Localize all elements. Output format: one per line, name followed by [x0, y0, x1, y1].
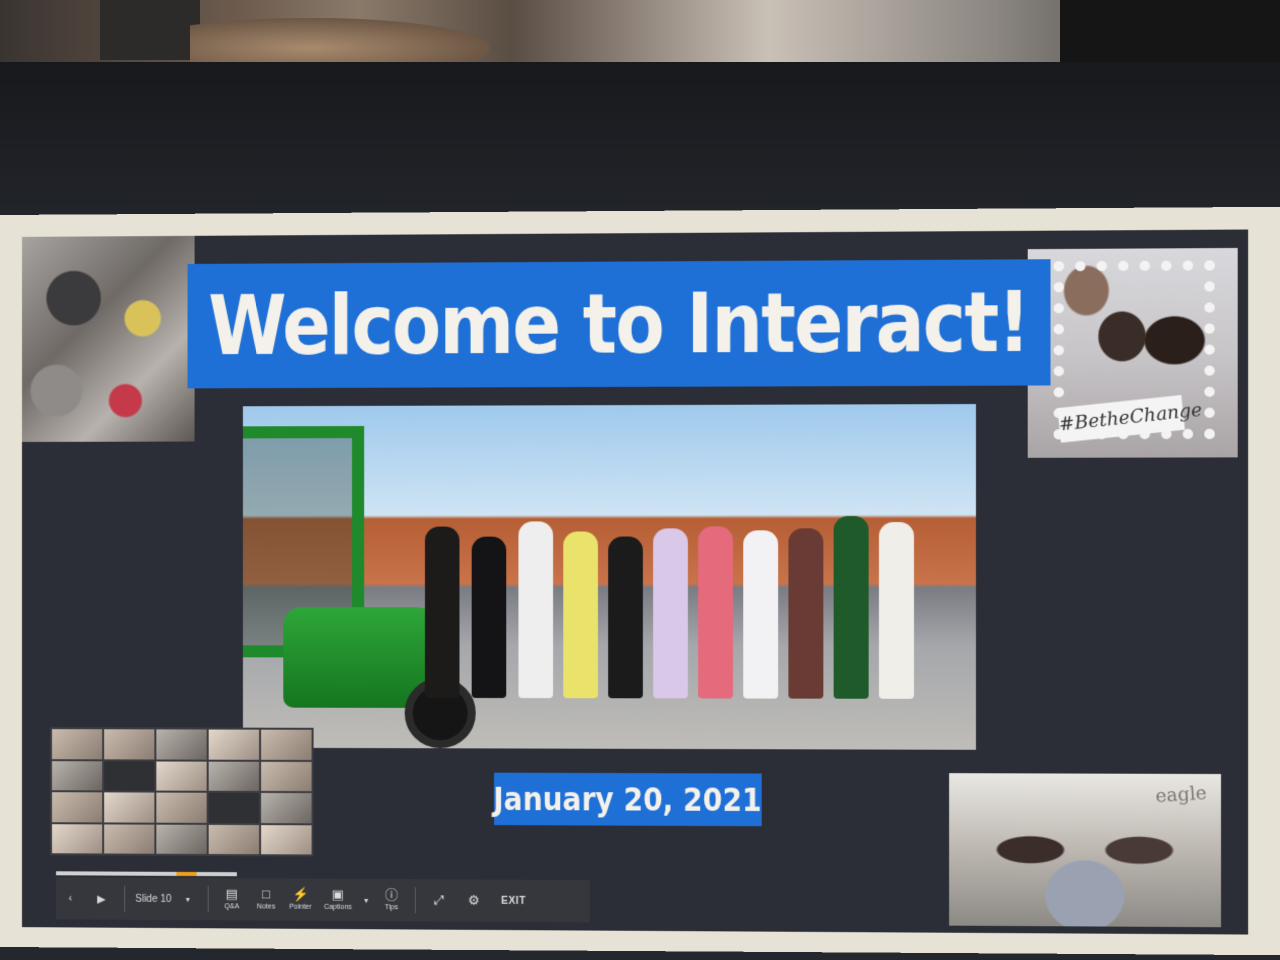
screen: #BetheChange eagle Welcome to Interact! … [0, 207, 1280, 955]
presentation-slide[interactable]: #BetheChange eagle Welcome to Interact! … [22, 230, 1248, 935]
chevron-down-icon: ▾ [186, 895, 190, 904]
pointer-label: Pointer [289, 903, 311, 912]
title-banner: Welcome to Interact! [188, 259, 1051, 388]
shelf [100, 0, 200, 60]
progress-fill [176, 872, 196, 876]
divider [124, 886, 125, 912]
photo-group [243, 404, 976, 750]
slide-title: Welcome to Interact! [208, 274, 1029, 374]
presenter-toolbar: ‹ ▶ Slide 10 ▾ ▤ Q&A □ Notes ⚡ Pointer ▣… [56, 877, 590, 922]
captions-button[interactable]: ▣ Captions [318, 879, 358, 921]
person [834, 516, 869, 699]
participant-tile [104, 729, 154, 759]
participant-tile [261, 825, 311, 855]
participant-tile [209, 730, 259, 760]
pointer-button[interactable]: ⚡ Pointer [283, 878, 317, 920]
person [608, 537, 643, 699]
person [879, 522, 914, 699]
notes-button[interactable]: □ Notes [249, 878, 283, 920]
participant-tile [209, 761, 259, 791]
exit-button[interactable]: EXIT [501, 895, 526, 906]
participant-tile [261, 761, 311, 791]
tips-label: Tips [385, 903, 398, 912]
qa-button[interactable]: ▤ Q&A [215, 878, 249, 920]
chat-icon: ▤ [226, 887, 238, 901]
participant-tile [104, 792, 154, 822]
tips-button[interactable]: ⓘ Tips [374, 879, 408, 921]
participant-tile [156, 729, 206, 759]
participant-tile [261, 730, 311, 760]
previous-icon[interactable]: ‹ [69, 892, 73, 904]
person [788, 528, 823, 698]
person [518, 521, 553, 698]
slide-date: January 20, 2021 [494, 780, 762, 819]
person [653, 528, 688, 698]
participant-tile [209, 793, 259, 823]
slide-select[interactable]: Slide 10 ▾ [131, 893, 201, 904]
captions-label: Captions [324, 903, 352, 912]
slide-progress-bar[interactable] [56, 871, 237, 876]
wall-lettering: eagle [1154, 782, 1207, 807]
notes-icon: □ [262, 887, 270, 901]
exit-fullscreen-button[interactable]: ⤢ [422, 879, 457, 922]
participant-tile [104, 824, 154, 854]
participant-tile [156, 824, 206, 854]
paper-bag [190, 18, 490, 68]
chevron-down-icon[interactable]: ▾ [364, 895, 368, 904]
participant-tile [52, 792, 102, 822]
settings-button[interactable]: ⚙ [456, 879, 491, 922]
video-call-grid [50, 727, 314, 856]
date-banner: January 20, 2021 [494, 773, 762, 827]
participant-tile [104, 761, 154, 791]
person [698, 526, 733, 698]
slide-select-label: Slide 10 [135, 893, 171, 904]
gear-icon: ⚙ [468, 894, 480, 908]
participant-tile [261, 793, 311, 823]
slide-navigation: ‹ ▶ [56, 892, 118, 905]
group-of-people [425, 496, 937, 699]
participant-tile [52, 729, 102, 759]
person [563, 531, 598, 698]
participant-tile [156, 761, 206, 791]
captions-icon: ▣ [332, 888, 344, 902]
photo-be-the-change: #BetheChange [1028, 248, 1238, 458]
notes-label: Notes [257, 902, 275, 911]
participant-tile [52, 761, 102, 791]
photo-cafeteria-group: eagle [949, 773, 1221, 927]
play-icon[interactable]: ▶ [97, 892, 105, 905]
fullscreen-exit-icon: ⤢ [434, 893, 445, 907]
participant-tile [156, 793, 206, 823]
participant-tile [52, 824, 102, 854]
photo-volunteers [22, 236, 195, 442]
info-icon: ⓘ [385, 888, 398, 902]
person [425, 527, 460, 698]
divider [415, 887, 416, 913]
person [743, 530, 778, 698]
person [472, 537, 507, 698]
pointer-icon: ⚡ [292, 888, 308, 902]
participant-tile [209, 824, 259, 854]
qa-label: Q&A [224, 902, 239, 911]
divider [208, 886, 209, 912]
